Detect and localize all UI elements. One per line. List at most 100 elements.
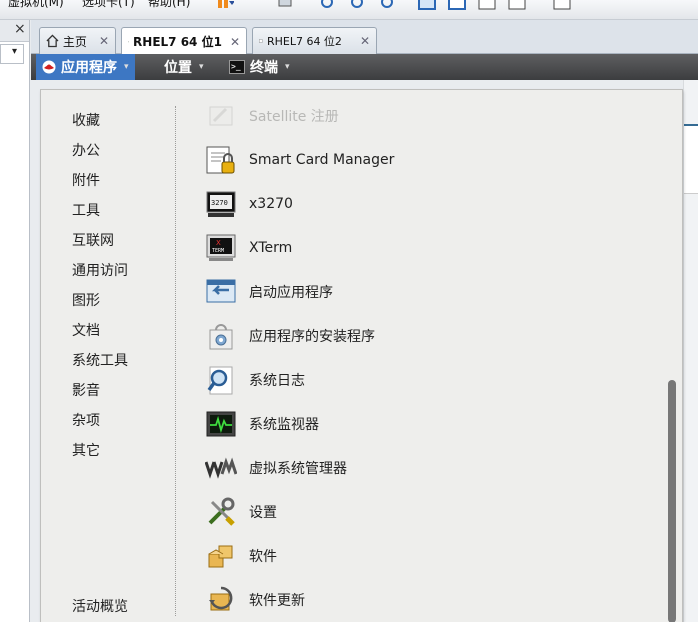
software-icon (205, 540, 237, 572)
tab-rhel7-2-label: RHEL7 64 位2 (266, 35, 342, 48)
tab-home[interactable]: 主页 ✕ (39, 27, 116, 54)
app-smart-card-manager-label: Smart Card Manager (249, 152, 395, 168)
applications-caret-icon: ▾ (124, 62, 129, 72)
terminal-caret-icon: ▾ (285, 62, 290, 72)
tab-rhel7-2-close-icon[interactable]: ✕ (360, 34, 370, 48)
app-satellite-register-label: Satellite 注册 (249, 109, 339, 125)
app-startup-applications[interactable]: 启动应用程序 (205, 272, 333, 312)
vm-running-icon (128, 41, 129, 42)
activities-overview[interactable]: 活动概览 (72, 596, 128, 616)
app-x3270[interactable]: 3270 x3270 (205, 184, 293, 224)
app-software-update[interactable]: 软件更新 (205, 580, 305, 620)
category-sundry[interactable]: 杂项 (72, 410, 100, 430)
snapshot-icon[interactable] (318, 0, 336, 12)
app-system-log[interactable]: 系统日志 (205, 360, 305, 400)
menu-tabs[interactable]: 选项卡(T) (82, 0, 135, 10)
send-keys-icon[interactable] (276, 0, 294, 12)
system-monitor-icon (205, 408, 237, 440)
app-application-installer-label: 应用程序的安装程序 (249, 329, 375, 345)
show-library-icon[interactable] (418, 0, 436, 12)
satellite-icon (205, 100, 237, 132)
places-label: 位置 (164, 60, 192, 76)
category-accessories[interactable]: 附件 (72, 170, 100, 190)
category-tools[interactable]: 工具 (72, 200, 100, 220)
startup-apps-icon (205, 276, 237, 308)
applications-label: 应用程序 (61, 60, 117, 76)
svg-text:TERM: TERM (212, 248, 224, 254)
tab-home-label: 主页 (62, 34, 87, 49)
vm-icon (259, 39, 263, 43)
app-application-installer[interactable]: 应用程序的安装程序 (205, 316, 375, 356)
applications-menu-button[interactable]: 应用程序 ▾ (36, 54, 135, 80)
menu-vm[interactable]: 虚拟机(M) (8, 0, 64, 10)
category-favorites[interactable]: 收藏 (72, 110, 100, 130)
menu-help[interactable]: 帮助(H) (148, 0, 190, 10)
snapshot-revert-icon[interactable] (348, 0, 366, 12)
library-close-icon[interactable]: × (14, 21, 26, 37)
xterm-icon: X TERM (205, 232, 237, 264)
app-software-update-label: 软件更新 (249, 593, 305, 609)
app-list-scrollbar[interactable] (668, 380, 676, 622)
pause-icon[interactable] (216, 0, 234, 12)
library-header: × (0, 20, 29, 42)
tab-rhel7-1[interactable]: RHEL7 64 位1 ✕ (121, 27, 247, 55)
terminal-icon: >_ (229, 60, 245, 74)
category-documents[interactable]: 文档 (72, 320, 100, 340)
app-x3270-label: x3270 (249, 196, 293, 212)
terminal-label: 终端 (250, 60, 278, 76)
places-menu-button[interactable]: 位置 ▾ (158, 54, 210, 80)
app-startup-applications-label: 启动应用程序 (249, 285, 333, 301)
applications-menu: 收藏 办公 附件 工具 互联网 通用访问 图形 文档 系统工具 影音 杂项 其它… (40, 89, 683, 622)
app-software[interactable]: 软件 (205, 536, 277, 576)
vm-tab-strip: 主页 ✕ RHEL7 64 位1 ✕ RHEL7 64 位2 ✕ (31, 20, 698, 55)
home-icon (46, 34, 59, 48)
tab-rhel7-2[interactable]: RHEL7 64 位2 ✕ (252, 27, 377, 54)
redhat-logo-icon (42, 60, 56, 74)
category-sound-video[interactable]: 影音 (72, 380, 100, 400)
app-system-log-label: 系统日志 (249, 373, 305, 389)
desktop-background (683, 80, 698, 622)
unity-icon[interactable] (508, 0, 526, 12)
tab-rhel7-1-label: RHEL7 64 位1 (133, 35, 222, 49)
app-satellite-register[interactable]: Satellite 注册 (205, 96, 339, 136)
app-settings[interactable]: 设置 (205, 492, 277, 532)
chevron-down-icon: ▾ (12, 46, 18, 57)
gnome-top-bar: 应用程序 ▾ 位置 ▾ >_ 终端 ▾ (31, 54, 698, 80)
snapshot-manager-icon[interactable] (378, 0, 396, 12)
library-search-dropdown[interactable]: ▾ (0, 44, 24, 64)
library-panel: × ▾ (0, 20, 30, 622)
app-smart-card-manager[interactable]: Smart Card Manager (205, 140, 394, 180)
svg-text:3270: 3270 (211, 199, 228, 207)
console-view-icon[interactable] (553, 0, 571, 12)
tab-rhel7-1-close-icon[interactable]: ✕ (230, 35, 240, 49)
smartcard-icon (205, 144, 237, 176)
fullscreen-icon[interactable] (478, 0, 496, 12)
tab-home-close-icon[interactable]: ✕ (99, 34, 109, 48)
menu-separator (175, 106, 176, 616)
thumbnail-bar-icon[interactable] (448, 0, 466, 12)
category-list: 收藏 办公 附件 工具 互联网 通用访问 图形 文档 系统工具 影音 杂项 其它… (41, 90, 175, 622)
settings-icon (205, 496, 237, 528)
app-virtual-machine-manager-label: 虚拟系统管理器 (249, 461, 347, 477)
terminal-menu-button[interactable]: >_ 终端 ▾ (223, 54, 296, 80)
vmware-menubar: 虚拟机(M) 选项卡(T) 帮助(H) (0, 0, 698, 20)
app-system-monitor[interactable]: 系统监视器 (205, 404, 319, 444)
app-list: Satellite 注册 Smart Card Manager 3270 x32… (191, 90, 661, 622)
category-system-tools[interactable]: 系统工具 (72, 350, 128, 370)
category-universal-access[interactable]: 通用访问 (72, 260, 128, 280)
category-office[interactable]: 办公 (72, 140, 100, 160)
app-system-monitor-label: 系统监视器 (249, 417, 319, 433)
software-update-icon (205, 584, 237, 616)
app-software-label: 软件 (249, 549, 277, 565)
system-log-icon (205, 364, 237, 396)
app-installer-icon (205, 320, 237, 352)
virt-manager-icon (205, 452, 237, 484)
app-virtual-machine-manager[interactable]: 虚拟系统管理器 (205, 448, 347, 488)
category-internet[interactable]: 互联网 (72, 230, 114, 250)
x3270-icon: 3270 (205, 188, 237, 220)
background-window (684, 124, 698, 194)
app-xterm[interactable]: X TERM XTerm (205, 228, 292, 268)
category-other[interactable]: 其它 (72, 440, 100, 460)
category-graphics[interactable]: 图形 (72, 290, 100, 310)
svg-text:X: X (216, 239, 221, 247)
